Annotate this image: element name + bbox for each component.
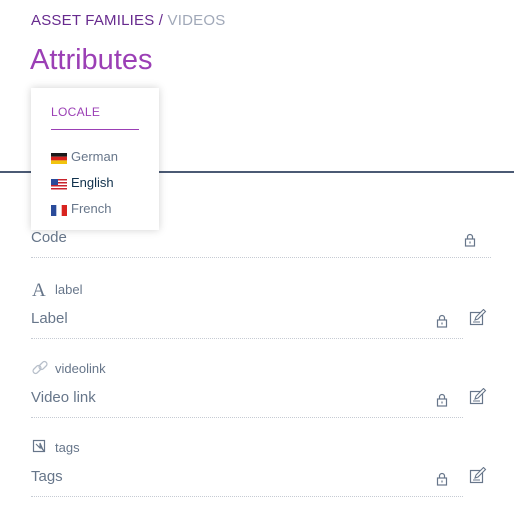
option-icon — [31, 438, 49, 456]
attribute-label-tags: Tags — [31, 468, 63, 485]
locale-dropdown-header: LOCALE — [51, 105, 101, 119]
edit-icon[interactable] — [469, 466, 487, 485]
attribute-list: Code A label Label videolink Video link … — [31, 0, 514, 511]
attribute-row-body: Tags — [31, 458, 463, 497]
link-icon — [31, 359, 49, 377]
lock-icon — [435, 313, 449, 329]
lock-icon — [463, 232, 477, 248]
attribute-label-code: Code — [31, 229, 67, 246]
attribute-row-videolink: videolink Video link — [31, 357, 491, 418]
attribute-code-tags: tags — [55, 439, 80, 455]
locale-option-label: English — [71, 174, 114, 190]
lock-icon — [435, 392, 449, 408]
text-icon: A — [31, 280, 49, 298]
attribute-head: tags — [31, 436, 491, 458]
attribute-label-label: Label — [31, 310, 68, 327]
edit-icon[interactable] — [469, 308, 487, 327]
attribute-row-tags: tags Tags — [31, 436, 491, 497]
attribute-row-body: Label — [31, 300, 463, 339]
locale-dropdown: LOCALE German English French — [31, 88, 159, 230]
attribute-head: videolink — [31, 357, 491, 379]
locale-option-english[interactable]: English — [51, 173, 114, 191]
attribute-label-videolink: Video link — [31, 389, 96, 406]
locale-option-german[interactable]: German — [51, 147, 118, 165]
svg-text:A: A — [32, 280, 46, 298]
attribute-row-body: Video link — [31, 379, 463, 418]
edit-icon[interactable] — [469, 387, 487, 406]
locale-dropdown-divider — [51, 129, 139, 130]
attribute-code-label: label — [55, 281, 83, 297]
flag-us-icon — [51, 177, 67, 190]
attribute-code-videolink: videolink — [55, 360, 106, 376]
lock-icon — [435, 471, 449, 487]
attribute-row-label: A label Label — [31, 278, 491, 339]
flag-fr-icon — [51, 203, 67, 216]
attribute-head: A label — [31, 278, 491, 300]
flag-de-icon — [51, 151, 67, 164]
locale-option-label: German — [71, 148, 118, 164]
locale-option-label: French — [71, 200, 112, 216]
locale-option-french[interactable]: French — [51, 199, 111, 217]
